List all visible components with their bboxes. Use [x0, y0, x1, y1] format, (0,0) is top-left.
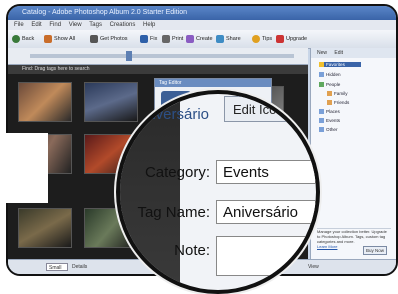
timeline[interactable] [8, 48, 308, 65]
photo-thumbnail[interactable] [18, 208, 72, 248]
toolbar: Back Show All Get Photos Fix Print Creat… [8, 30, 396, 49]
category-select[interactable]: Events [216, 160, 316, 184]
events-icon [319, 118, 324, 124]
window-title: Catalog - Adobe Photoshop Album 2.0 Star… [8, 6, 396, 20]
home-icon [44, 34, 52, 43]
details-checkbox[interactable]: Details [72, 260, 87, 274]
fix-button[interactable]: Fix [140, 34, 157, 44]
friends-icon [327, 100, 332, 106]
camera-icon [90, 34, 98, 43]
category-label: Category: [144, 164, 210, 181]
get-photos-button[interactable]: Get Photos [90, 34, 128, 44]
thumbnail-size-select[interactable]: Small [46, 263, 68, 271]
upgrade-button[interactable]: Upgrade [276, 34, 307, 44]
buy-now-button[interactable]: Buy Now [363, 246, 387, 255]
timeline-track [30, 54, 294, 58]
show-all-button[interactable]: Show All [44, 34, 75, 44]
tag-name-input[interactable]: Aniversário [216, 200, 316, 224]
upgrade-promo: Manage your collection better. Upgrade t… [317, 228, 391, 257]
tag-people[interactable]: People [319, 82, 340, 88]
edit-icon-button[interactable]: Edit Icon [224, 96, 316, 122]
tag-name-heading: Aniversário [134, 106, 210, 123]
timeline-slider-handle[interactable] [126, 51, 132, 61]
tag-family[interactable]: Family [327, 91, 348, 97]
dialog-title: Tag Editor [155, 79, 271, 87]
tips-icon [252, 34, 260, 43]
find-bar[interactable]: Find: Drag tags here to search [8, 65, 308, 74]
star-icon [319, 62, 324, 68]
people-icon [319, 82, 324, 88]
create-icon [186, 34, 194, 43]
tag-favorites[interactable]: Favorites [319, 62, 361, 68]
note-textarea[interactable] [216, 236, 316, 276]
print-icon [162, 34, 170, 43]
tag-friends[interactable]: Friends [327, 100, 349, 106]
menu-edit[interactable]: Edit [31, 22, 41, 28]
tag-other[interactable]: Other [319, 127, 338, 133]
callout-cover [0, 133, 48, 203]
magnifier-callout: Aniversário Edit Icon Category: Events T… [116, 90, 320, 294]
edit-tag-button[interactable]: Edit [334, 50, 343, 56]
menu-help[interactable]: Help [143, 22, 155, 28]
fix-icon [140, 34, 148, 43]
share-button[interactable]: Share [216, 34, 241, 44]
menu-tags[interactable]: Tags [89, 22, 102, 28]
share-icon [216, 34, 224, 43]
tag-events[interactable]: Events [319, 118, 340, 124]
tags-panel: New Edit Favorites Hidden People Family … [310, 48, 396, 260]
note-label: Note: [174, 242, 210, 259]
menu-bar: File Edit Find View Tags Creations Help [8, 20, 396, 30]
upgrade-icon [276, 34, 284, 43]
menu-creations[interactable]: Creations [110, 22, 136, 28]
tag-name-label: Tag Name: [137, 204, 210, 221]
create-button[interactable]: Create [186, 34, 213, 44]
new-tag-button[interactable]: New [317, 50, 327, 56]
places-icon [319, 109, 324, 115]
menu-view[interactable]: View [69, 22, 82, 28]
back-button[interactable]: Back [12, 34, 34, 44]
back-icon [12, 34, 20, 43]
tag-places[interactable]: Places [319, 109, 340, 115]
magnified-photo [120, 94, 180, 290]
tag-hidden[interactable]: Hidden [319, 72, 341, 78]
tags-panel-tabs: New Edit [311, 48, 396, 58]
promo-text: Manage your collection better. Upgrade t… [317, 229, 387, 244]
menu-file[interactable]: File [14, 22, 24, 28]
menu-find[interactable]: Find [49, 22, 61, 28]
hidden-icon [319, 72, 324, 78]
tips-button[interactable]: Tips [252, 34, 272, 44]
print-button[interactable]: Print [162, 34, 183, 44]
family-icon [327, 91, 332, 97]
photo-thumbnail[interactable] [18, 82, 72, 122]
other-icon [319, 127, 324, 133]
